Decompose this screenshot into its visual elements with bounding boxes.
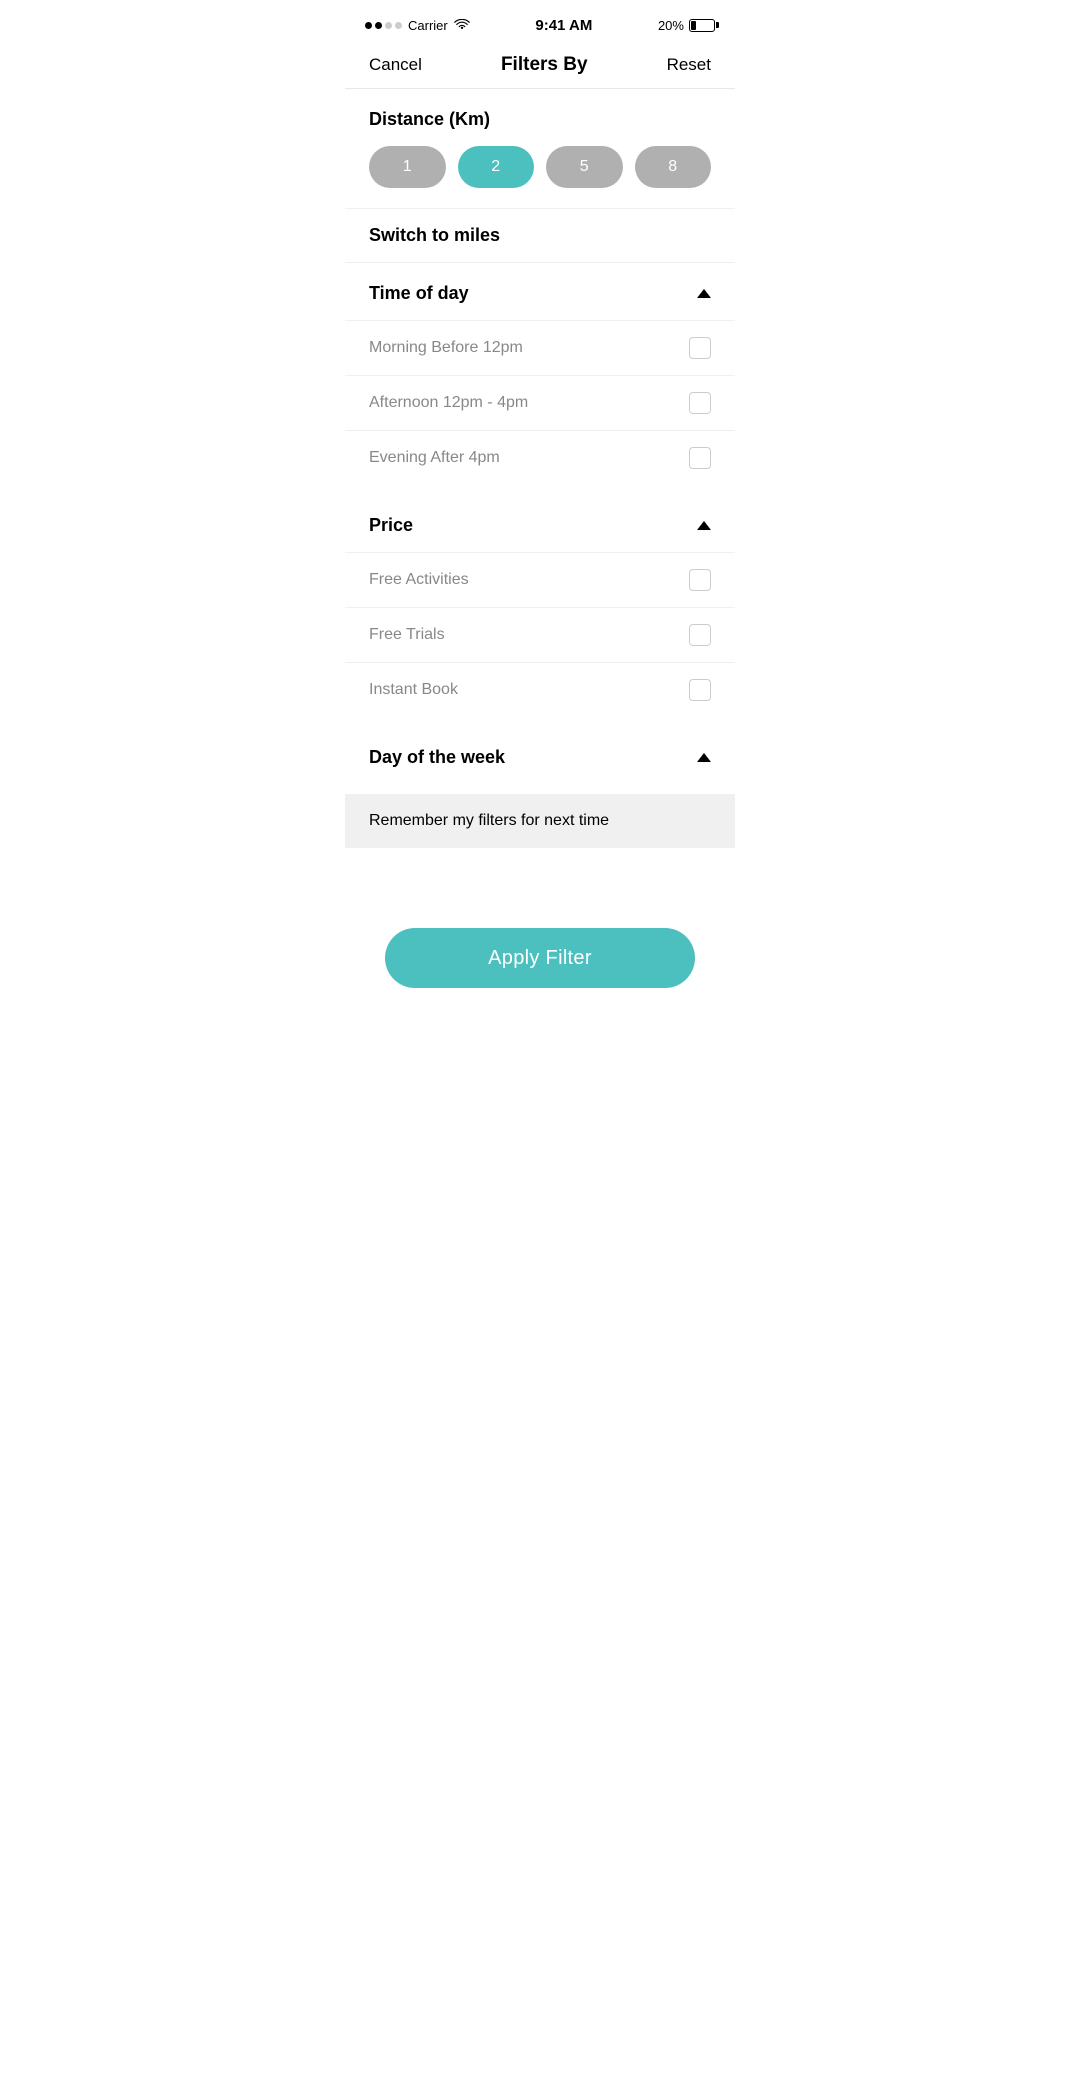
day-of-week-title: Day of the week bbox=[369, 747, 505, 768]
evening-checkbox[interactable] bbox=[689, 447, 711, 469]
morning-checkbox[interactable] bbox=[689, 337, 711, 359]
price-title: Price bbox=[369, 515, 413, 536]
signal-dot-4 bbox=[395, 22, 402, 29]
morning-label: Morning Before 12pm bbox=[369, 339, 523, 357]
time-of-day-arrow-icon bbox=[697, 289, 711, 298]
distance-section: Distance (Km) 1 2 5 8 bbox=[345, 89, 735, 188]
switch-miles-label: Switch to miles bbox=[369, 225, 500, 245]
free-activities-label: Free Activities bbox=[369, 571, 469, 589]
free-trials-checkbox[interactable] bbox=[689, 624, 711, 646]
signal-dot-3 bbox=[385, 22, 392, 29]
distance-option-3[interactable]: 5 bbox=[546, 146, 623, 188]
cancel-button[interactable]: Cancel bbox=[369, 55, 422, 75]
price-arrow-icon bbox=[697, 521, 711, 530]
distance-option-2[interactable]: 2 bbox=[458, 146, 535, 188]
battery-icon bbox=[689, 19, 715, 32]
time-of-day-title: Time of day bbox=[369, 283, 469, 304]
remember-bar[interactable]: Remember my filters for next time bbox=[345, 794, 735, 848]
morning-row[interactable]: Morning Before 12pm bbox=[345, 320, 735, 375]
apply-filter-button[interactable]: Apply Filter bbox=[385, 928, 695, 988]
nav-bar: Cancel Filters By Reset bbox=[345, 44, 735, 89]
distance-option-4[interactable]: 8 bbox=[635, 146, 712, 188]
signal-icon bbox=[365, 22, 402, 29]
remember-label: Remember my filters for next time bbox=[369, 812, 609, 829]
carrier-label: Carrier bbox=[408, 18, 448, 33]
instant-book-checkbox[interactable] bbox=[689, 679, 711, 701]
free-trials-label: Free Trials bbox=[369, 626, 445, 644]
page-title: Filters By bbox=[501, 54, 588, 76]
day-of-week-arrow-icon bbox=[697, 753, 711, 762]
free-activities-checkbox[interactable] bbox=[689, 569, 711, 591]
spacer bbox=[345, 848, 735, 908]
wifi-icon bbox=[454, 19, 470, 31]
distance-option-1[interactable]: 1 bbox=[369, 146, 446, 188]
status-bar: Carrier 9:41 AM 20% bbox=[345, 0, 735, 44]
afternoon-label: Afternoon 12pm - 4pm bbox=[369, 394, 528, 412]
status-left: Carrier bbox=[365, 18, 470, 33]
instant-book-row[interactable]: Instant Book bbox=[345, 662, 735, 717]
status-time: 9:41 AM bbox=[535, 17, 592, 34]
afternoon-row[interactable]: Afternoon 12pm - 4pm bbox=[345, 375, 735, 430]
evening-row[interactable]: Evening After 4pm bbox=[345, 430, 735, 485]
distance-title: Distance (Km) bbox=[369, 109, 711, 130]
reset-button[interactable]: Reset bbox=[667, 55, 711, 75]
battery-fill bbox=[691, 21, 697, 30]
free-trials-row[interactable]: Free Trials bbox=[345, 607, 735, 662]
price-header[interactable]: Price bbox=[345, 495, 735, 552]
afternoon-checkbox[interactable] bbox=[689, 392, 711, 414]
signal-dot-2 bbox=[375, 22, 382, 29]
day-of-week-header[interactable]: Day of the week bbox=[345, 727, 735, 784]
distance-buttons: 1 2 5 8 bbox=[369, 146, 711, 188]
status-right: 20% bbox=[658, 18, 715, 33]
signal-dot-1 bbox=[365, 22, 372, 29]
free-activities-row[interactable]: Free Activities bbox=[345, 552, 735, 607]
instant-book-label: Instant Book bbox=[369, 681, 458, 699]
apply-btn-container: Apply Filter bbox=[345, 908, 735, 1018]
evening-label: Evening After 4pm bbox=[369, 449, 500, 467]
time-of-day-header[interactable]: Time of day bbox=[345, 263, 735, 320]
battery-percentage: 20% bbox=[658, 18, 684, 33]
switch-miles-row[interactable]: Switch to miles bbox=[345, 208, 735, 263]
